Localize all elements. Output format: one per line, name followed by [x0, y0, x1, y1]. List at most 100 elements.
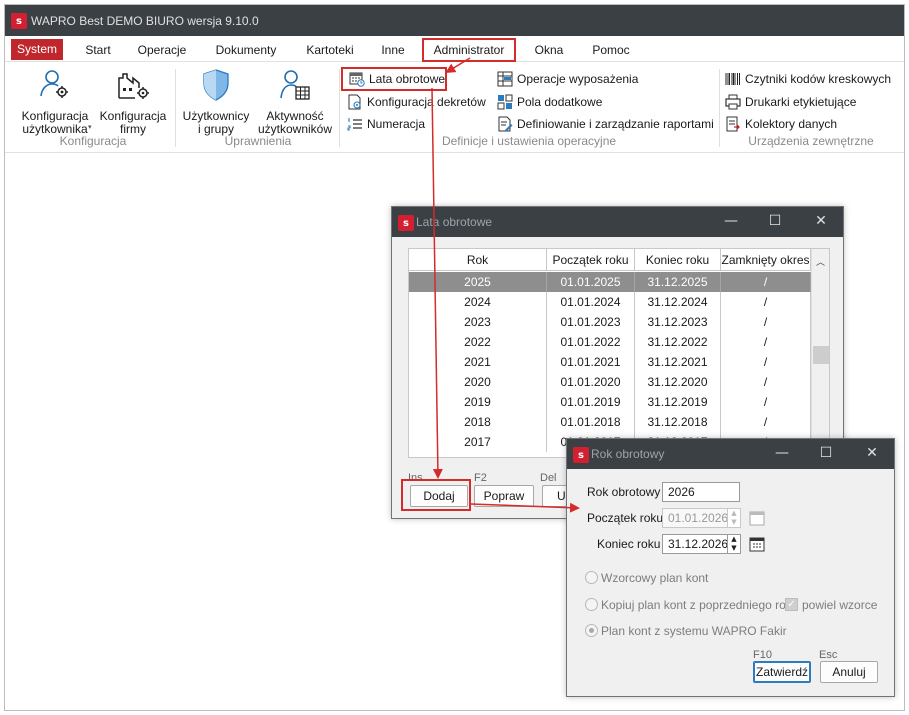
end-date-calendar-icon[interactable] — [749, 536, 765, 552]
menu-dokumenty[interactable]: Dokumenty — [205, 40, 287, 60]
label-printers-label: Drukarki etykietujące — [745, 95, 857, 109]
app-logo-icon: s — [11, 13, 27, 29]
group-label-definicje: Definicje i ustawienia operacyjne — [441, 134, 617, 148]
delete-shortcut-hint: Del — [540, 472, 557, 484]
table-row[interactable]: 2021 01.01.2021 31.12.2021/ — [409, 352, 811, 372]
minimize-icon[interactable]: — — [716, 213, 746, 229]
reports-button[interactable]: Definiowanie i zarządzanie raportami — [497, 114, 719, 134]
cell-end: 31.12.2025 — [635, 272, 721, 292]
scroll-thumb[interactable] — [813, 346, 829, 364]
year-input[interactable]: 2026 — [662, 482, 740, 502]
cell-closed: / — [721, 292, 811, 312]
fiscal-years-button[interactable]: Lata obrotowe — [341, 67, 447, 91]
edit-button[interactable]: Popraw — [474, 485, 534, 507]
cell-year: 2018 — [409, 412, 547, 432]
close-icon[interactable]: ✕ — [806, 213, 836, 229]
menu-operacje[interactable]: Operacje — [131, 40, 193, 60]
maximize-icon[interactable]: ☐ — [760, 213, 790, 229]
copy-plan-radio[interactable] — [585, 598, 598, 611]
vertical-scrollbar[interactable]: ︿ — [811, 249, 829, 457]
fiscal-year-form-title: Rok obrotowy — [591, 447, 665, 461]
close-icon[interactable]: ✕ — [857, 445, 887, 461]
group-separator — [175, 69, 176, 147]
end-date-spinner[interactable]: ▲ ▼ — [727, 534, 741, 554]
numbering-button[interactable]: Numeracja — [347, 114, 447, 134]
factory-gear-icon — [118, 73, 149, 99]
cell-closed: / — [721, 312, 811, 332]
col-header-year[interactable]: Rok — [409, 249, 547, 271]
user-gear-icon — [40, 70, 68, 98]
menu-start[interactable]: Start — [75, 40, 121, 60]
scroll-up-icon[interactable]: ︿ — [816, 255, 825, 268]
shield-icon — [203, 69, 229, 101]
cell-year: 2024 — [409, 292, 547, 312]
start-date-spinner[interactable]: ▲ ▼ — [727, 508, 741, 528]
template-plan-radio[interactable] — [585, 571, 598, 584]
menu-inne[interactable]: Inne — [373, 40, 413, 60]
user-config-button[interactable]: Konfiguracja użytkownika ▾ — [17, 65, 93, 136]
menu-pomoc[interactable]: Pomoc — [583, 40, 639, 60]
cell-end: 31.12.2018 — [635, 412, 721, 432]
data-collectors-button[interactable]: Kolektory danych — [725, 114, 845, 134]
printer-icon — [725, 94, 741, 110]
report-edit-icon — [498, 116, 513, 132]
users-groups-button[interactable]: Użytkownicy i grupy — [181, 65, 251, 136]
cell-start: 01.01.2019 — [547, 392, 635, 412]
table-row[interactable]: 2023 01.01.2023 31.12.2023/ — [409, 312, 811, 332]
table-row[interactable]: 2020 01.01.2020 31.12.2020/ — [409, 372, 811, 392]
user-activity-button[interactable]: Aktywność użytkowników — [255, 65, 335, 136]
fakir-plan-radio[interactable] — [585, 624, 598, 637]
start-date-input[interactable]: 01.01.2026 — [662, 508, 728, 528]
group-separator — [719, 69, 720, 147]
company-config-button[interactable]: Konfiguracja firmy — [97, 65, 169, 136]
decree-config-label: Konfiguracja dekretów — [367, 95, 486, 109]
col-header-end[interactable]: Koniec roku — [635, 249, 721, 271]
additional-fields-button[interactable]: Pola dodatkowe — [497, 92, 627, 112]
group-label-uprawnienia: Uprawnienia — [224, 134, 292, 148]
edit-shortcut-hint: F2 — [474, 472, 487, 484]
fakir-plan-label: Plan kont z systemu WAPRO Fakir — [601, 624, 787, 638]
numbering-label: Numeracja — [367, 117, 426, 131]
menu-okna[interactable]: Okna — [527, 40, 571, 60]
end-date-label: Koniec roku — [597, 537, 661, 551]
ribbon: Konfiguracja użytkownika ▾ Konfiguracja … — [5, 63, 904, 153]
window-title: WAPRO Best DEMO BIURO wersja 9.10.0 — [31, 14, 259, 28]
copy-templates-checkbox[interactable]: ✓ — [785, 598, 798, 611]
minimize-icon[interactable]: — — [767, 445, 797, 461]
cell-start: 01.01.2018 — [547, 412, 635, 432]
table-row[interactable]: 2024 01.01.2024 31.12.2024/ — [409, 292, 811, 312]
menu-system[interactable]: System — [11, 39, 63, 60]
cell-year: 2019 — [409, 392, 547, 412]
menu-administrator[interactable]: Administrator — [422, 38, 516, 62]
menu-kartoteki[interactable]: Kartoteki — [297, 40, 363, 60]
cancel-button[interactable]: Anuluj — [820, 661, 878, 683]
fiscal-year-form-titlebar: s Rok obrotowy — ☐ ✕ — [567, 439, 894, 469]
col-header-start[interactable]: Początek roku — [547, 249, 635, 271]
maximize-icon[interactable]: ☐ — [811, 445, 841, 461]
cell-year: 2023 — [409, 312, 547, 332]
cell-closed: / — [721, 412, 811, 432]
cell-year: 2022 — [409, 332, 547, 352]
table-row[interactable]: 2019 01.01.2019 31.12.2019/ — [409, 392, 811, 412]
copy-plan-label: Kopiuj plan kont z poprzedniego roku — [601, 598, 799, 612]
equipment-ops-button[interactable]: Operacje wyposażenia — [497, 69, 657, 89]
app-logo-icon: s — [573, 447, 589, 463]
additional-fields-label: Pola dodatkowe — [517, 95, 603, 109]
decree-config-button[interactable]: Konfiguracja dekretów — [347, 92, 495, 112]
table-row[interactable]: 2025 01.01.2025 31.12.2025/ — [409, 272, 811, 292]
cell-start: 01.01.2020 — [547, 372, 635, 392]
cell-start: 01.01.2022 — [547, 332, 635, 352]
table-row[interactable]: 2022 01.01.2022 31.12.2022/ — [409, 332, 811, 352]
cell-start: 01.01.2023 — [547, 312, 635, 332]
cell-closed: / — [721, 332, 811, 352]
col-header-closed[interactable]: Zamknięty okres — [721, 249, 811, 271]
confirm-button[interactable]: Zatwierdź — [753, 661, 811, 683]
end-date-input[interactable]: 31.12.2026 — [662, 534, 728, 554]
start-date-calendar-icon[interactable] — [749, 510, 765, 526]
start-date-label: Początek roku — [587, 511, 664, 525]
barcode-readers-button[interactable]: Czytniki kodów kreskowych — [725, 69, 897, 89]
table-row[interactable]: 2018 01.01.2018 31.12.2018/ — [409, 412, 811, 432]
label-printers-button[interactable]: Drukarki etykietujące — [725, 92, 865, 112]
group-label-urzadzenia: Urządzenia zewnętrzne — [748, 134, 874, 148]
fiscal-years-titlebar: s Lata obrotowe — ☐ ✕ — [392, 207, 843, 237]
